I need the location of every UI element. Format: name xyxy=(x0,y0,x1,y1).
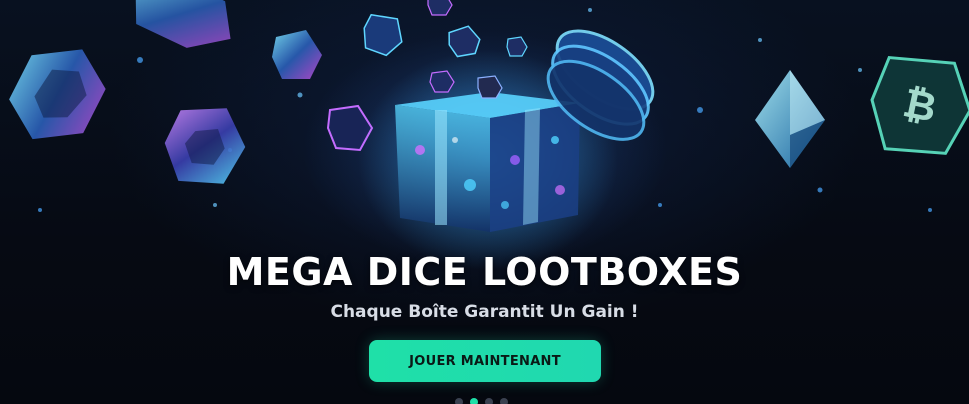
gem-icon xyxy=(272,30,322,79)
gem-icon xyxy=(135,0,231,48)
promo-banner[interactable]: ₿ MEGA DICE LOOTBOXES Chaque Boîte Garan… xyxy=(0,0,969,404)
carousel-pagination xyxy=(455,398,508,404)
carousel-dot[interactable] xyxy=(455,398,463,404)
banner-title: MEGA DICE LOOTBOXES xyxy=(226,250,743,294)
bitcoin-icon: ₿ xyxy=(870,55,969,155)
gem-icon xyxy=(363,13,403,57)
gem-icon xyxy=(164,108,246,184)
carousel-dot[interactable] xyxy=(485,398,493,404)
carousel-dot-active[interactable] xyxy=(470,398,478,404)
gem-icon xyxy=(427,0,453,16)
ethereum-icon xyxy=(755,70,825,168)
banner-subtitle: Chaque Boîte Garantit Un Gain ! xyxy=(330,302,639,322)
carousel-dot[interactable] xyxy=(500,398,508,404)
play-now-button[interactable]: JOUER MAINTENANT xyxy=(369,340,601,382)
gem-icon xyxy=(9,49,106,140)
